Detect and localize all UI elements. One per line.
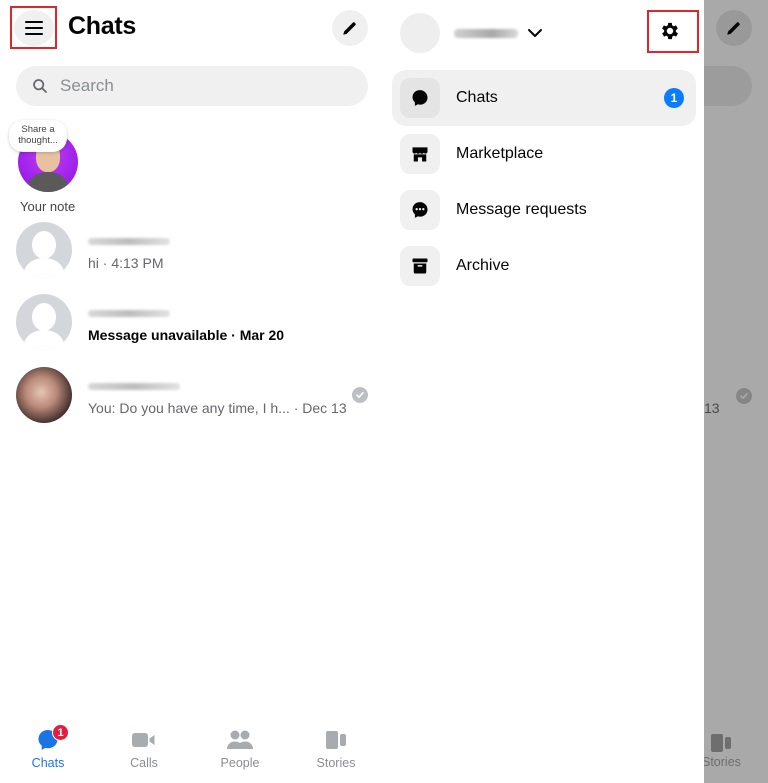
drawer-item-label: Chats	[456, 89, 498, 106]
drawer-screen: Chats 1 Marketplace Message requests Arc…	[384, 0, 768, 783]
chat-list-item[interactable]: You: Do you have any time, I h... · Dec …	[16, 367, 368, 425]
note-bubble[interactable]: Share a thought...	[9, 120, 67, 152]
drawer-item-label: Marketplace	[456, 145, 544, 162]
date-fragment: 13	[704, 400, 720, 416]
account-avatar[interactable]	[400, 13, 440, 53]
unread-badge: 1	[52, 724, 69, 741]
chat-bubble-icon	[412, 90, 428, 106]
menu-button-highlight	[10, 6, 57, 49]
chat-list-item[interactable]: hi · 4:13 PM	[16, 222, 368, 280]
search-icon	[33, 79, 47, 93]
chevron-down-icon[interactable]	[526, 24, 544, 42]
search-input[interactable]	[60, 76, 340, 96]
message-preview: Message unavailable · Mar 20	[88, 327, 285, 343]
drawer-item-archive[interactable]: Archive	[392, 238, 696, 294]
tab-label: People	[220, 756, 260, 770]
drawer-item-message-requests[interactable]: Message requests	[392, 182, 696, 238]
tab-label: Chats	[31, 756, 65, 770]
tab-calls[interactable]: Calls	[96, 720, 192, 783]
drawer-item-chats[interactable]: Chats 1	[392, 70, 696, 126]
message-requests-icon	[412, 202, 428, 218]
video-camera-icon	[132, 733, 155, 747]
message-preview: hi · 4:13 PM	[88, 255, 164, 271]
drawer-item-label: Archive	[456, 257, 510, 274]
tab-label: Stories	[316, 756, 356, 770]
tab-stories[interactable]: Stories	[288, 720, 384, 783]
search-bar[interactable]	[16, 66, 368, 106]
contact-name-blurred	[88, 238, 170, 245]
compose-button-dimmed	[716, 10, 752, 46]
navigation-drawer: Chats 1 Marketplace Message requests Arc…	[384, 0, 704, 783]
note-label: Your note	[20, 199, 76, 214]
pencil-icon	[727, 22, 740, 35]
contact-name-blurred	[88, 383, 180, 390]
avatar	[16, 367, 72, 423]
people-icon	[227, 730, 253, 749]
chats-screen: Chats Share a thought... Your note hi · …	[0, 0, 384, 783]
unread-count-badge: 1	[664, 88, 684, 108]
compose-button[interactable]	[332, 10, 368, 46]
account-name-blurred[interactable]	[454, 29, 518, 38]
search-bar-dimmed	[704, 66, 752, 106]
stories-icon	[326, 731, 346, 749]
avatar	[16, 222, 72, 278]
settings-button-highlight	[647, 10, 699, 53]
message-preview: You: Do you have any time, I h... · Dec …	[88, 400, 347, 416]
bottom-tab-bar: 1 Chats Calls People Stories	[0, 720, 384, 783]
stories-icon	[711, 734, 731, 752]
archive-box-icon	[412, 258, 428, 274]
contact-name-blurred	[88, 310, 170, 317]
dimmed-background-overlay[interactable]: 13 Stories	[704, 0, 768, 783]
drawer-item-label: Message requests	[456, 201, 587, 218]
seen-check-icon	[736, 388, 752, 404]
tab-people[interactable]: People	[192, 720, 288, 783]
avatar	[16, 294, 72, 350]
storefront-icon	[412, 147, 428, 162]
tab-chats[interactable]: 1 Chats	[0, 720, 96, 783]
page-title: Chats	[68, 12, 136, 40]
chat-list-item[interactable]: Message unavailable · Mar 20	[16, 294, 368, 352]
stories-label-fragment: Stories	[704, 755, 741, 769]
pencil-icon	[343, 22, 356, 35]
seen-check-icon	[352, 387, 368, 403]
drawer-item-marketplace[interactable]: Marketplace	[392, 126, 696, 182]
tab-label: Calls	[130, 756, 158, 770]
